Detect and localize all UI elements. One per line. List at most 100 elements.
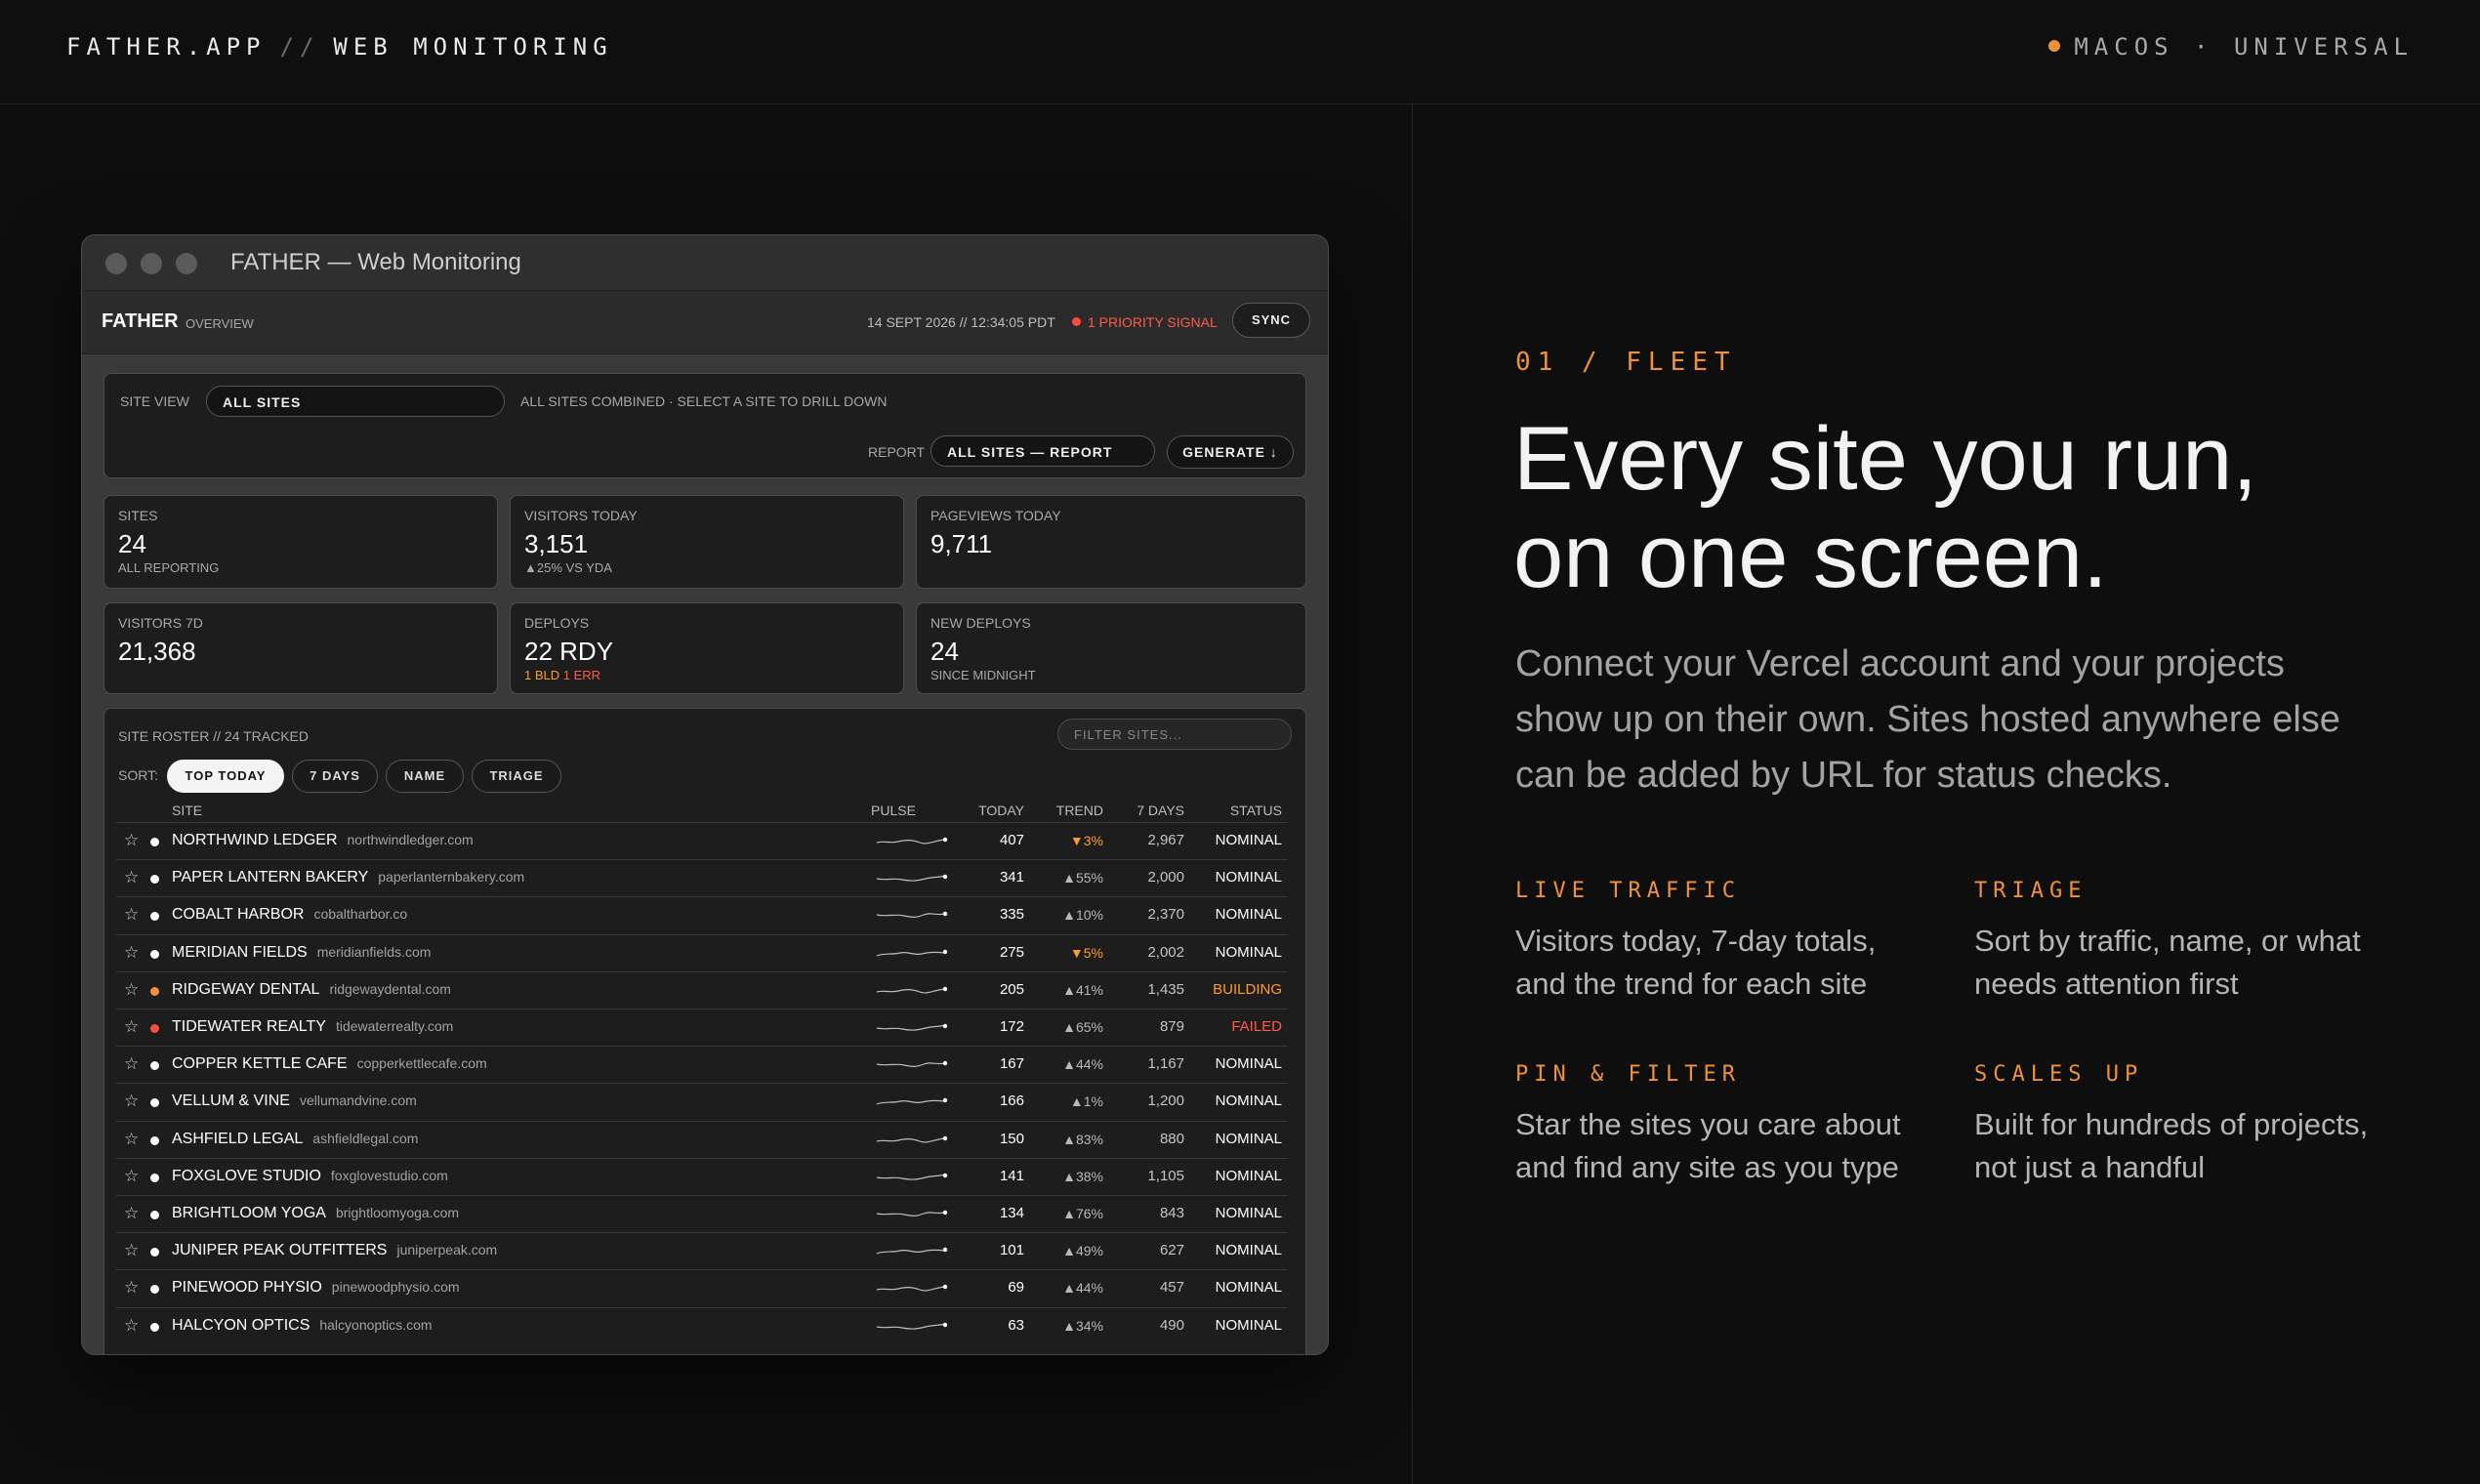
seven-days-cell: 1,105 <box>1147 1167 1184 1184</box>
column-header-pulse[interactable]: PULSE <box>871 803 916 818</box>
status-dot-icon <box>150 875 159 885</box>
sort-triage-button[interactable]: TRIAGE <box>472 760 561 793</box>
trend-cell: ▲41% <box>1062 981 1103 998</box>
site-name-cell[interactable]: COBALT HARBOR cobaltharbor.co <box>172 906 407 924</box>
site-name-cell[interactable]: RIDGEWAY DENTAL ridgewaydental.com <box>172 981 451 999</box>
today-cell: 101 <box>999 1242 1024 1259</box>
star-icon[interactable]: ☆ <box>124 1130 139 1149</box>
priority-signal[interactable]: 1 PRIORITY SIGNAL <box>1072 314 1218 330</box>
site-name: NORTHWIND LEDGER <box>172 832 338 848</box>
table-row[interactable]: ☆ JUNIPER PEAK OUTFITTERS juniperpeak.com 1… <box>116 1232 1288 1270</box>
site-name: FOXGLOVE STUDIO <box>172 1167 321 1184</box>
table-row[interactable]: ☆ BRIGHTLOOM YOGA brightloomyoga.com 134 ▲76… <box>116 1195 1288 1233</box>
pulse-sparkline <box>876 912 948 919</box>
status-dot-icon <box>150 1248 159 1257</box>
star-icon[interactable]: ☆ <box>124 905 139 925</box>
seven-days-cell: 2,000 <box>1147 869 1184 886</box>
star-icon[interactable]: ☆ <box>124 943 139 963</box>
site-name-cell[interactable]: MERIDIAN FIELDS meridianfields.com <box>172 944 431 962</box>
site-name-cell[interactable]: FOXGLOVE STUDIO foxglovestudio.com <box>172 1168 448 1185</box>
column-header-today[interactable]: TODAY <box>975 803 1024 818</box>
column-header-trend[interactable]: TREND <box>1038 803 1103 818</box>
app-window: FATHER — Web Monitoring FATHER OVERVIEW … <box>81 234 1329 1355</box>
status-dot-icon <box>150 1285 159 1295</box>
status-cell: NOMINAL <box>1215 1205 1282 1221</box>
table-row[interactable]: ☆ FOXGLOVE STUDIO foxglovestudio.com 141 ▲38… <box>116 1157 1288 1196</box>
site-name-cell[interactable]: TIDEWATER REALTY tidewaterrealty.com <box>172 1018 453 1036</box>
column-header-status[interactable]: STATUS <box>1200 803 1282 818</box>
table-row[interactable]: ☆ TIDEWATER REALTY tidewaterrealty.com 172 ▲… <box>116 1009 1288 1047</box>
star-icon[interactable]: ☆ <box>124 868 139 887</box>
site-name-cell[interactable]: JUNIPER PEAK OUTFITTERS juniperpeak.com <box>172 1242 497 1259</box>
seven-days-cell: 2,002 <box>1147 943 1184 961</box>
today-cell: 134 <box>999 1205 1024 1221</box>
seven-days-cell: 490 <box>1159 1316 1184 1334</box>
site-domain: ridgewaydental.com <box>329 980 451 997</box>
status-cell: NOMINAL <box>1215 1092 1282 1110</box>
sort-7-days-button[interactable]: 7 DAYS <box>292 760 378 793</box>
table-row[interactable]: ☆ COBALT HARBOR cobaltharbor.co 335 ▲10% 2,37… <box>116 896 1288 934</box>
table-row[interactable]: ☆ MERIDIAN FIELDS meridianfields.com 275 ▼5%… <box>116 933 1288 972</box>
kpi-label: VISITORS TODAY <box>524 508 638 523</box>
site-name-cell[interactable]: ASHFIELD LEGAL ashfieldlegal.com <box>172 1131 418 1148</box>
filter-sites-input[interactable]: FILTER SITES... <box>1057 719 1292 750</box>
site-name: PAPER LANTERN BAKERY <box>172 869 369 886</box>
star-icon[interactable]: ☆ <box>124 831 139 850</box>
sort-top-today-button[interactable]: TOP TODAY <box>167 760 284 793</box>
close-window-button[interactable] <box>105 253 127 274</box>
table-row[interactable]: ☆ COPPER KETTLE CAFE copperkettlecafe.com 1… <box>116 1046 1288 1084</box>
table-row[interactable]: ☆ NORTHWIND LEDGER northwindledger.com 407 ▼… <box>116 822 1288 860</box>
star-icon[interactable]: ☆ <box>124 1167 139 1186</box>
table-row[interactable]: ☆ PINEWOOD PHYSIO pinewoodphysio.com 69 ▲44%… <box>116 1269 1288 1307</box>
star-icon[interactable]: ☆ <box>124 1054 139 1074</box>
feature-body-live-traffic: Visitors today, 7-day totals, and the tr… <box>1515 924 1877 1001</box>
site-domain: meridianfields.com <box>316 943 432 960</box>
status-cell: NOMINAL <box>1215 1242 1282 1259</box>
report-select[interactable]: ALL SITES — REPORT <box>930 435 1155 467</box>
feature-body-triage: Sort by traffic, name, or what needs att… <box>1974 924 2361 1001</box>
site-name-cell[interactable]: PAPER LANTERN BAKERY paperlanternbakery.c… <box>172 869 524 886</box>
status-cell: NOMINAL <box>1215 832 1282 848</box>
site-name-cell[interactable]: PINEWOOD PHYSIO pinewoodphysio.com <box>172 1279 460 1297</box>
seven-days-cell: 2,370 <box>1147 906 1184 924</box>
status-cell: BUILDING <box>1213 980 1282 998</box>
site-name-cell[interactable]: COPPER KETTLE CAFE copperkettlecafe.com <box>172 1055 487 1073</box>
status-dot-icon <box>150 1322 159 1332</box>
site-roster-panel: SITE ROSTER // 24 TRACKED FILTER SITES..… <box>103 708 1306 1354</box>
site-name-cell[interactable]: HALCYON OPTICS halcyonoptics.com <box>172 1317 433 1335</box>
sort-name-button[interactable]: NAME <box>386 760 464 793</box>
table-row[interactable]: ☆ RIDGEWAY DENTAL ridgewaydental.com 205 ▲41… <box>116 970 1288 1010</box>
platform-label: MACOS · UNIVERSAL <box>2048 33 2414 61</box>
table-row[interactable]: ☆ HALCYON OPTICS halcyonoptics.com 63 ▲34% 49… <box>116 1306 1288 1345</box>
table-row[interactable]: ☆ ASHFIELD LEGAL ashfieldlegal.com 150 ▲83% 8… <box>116 1120 1288 1159</box>
site-domain: ashfieldlegal.com <box>312 1130 419 1146</box>
kpi-sub: 1 BLD 1 ERR <box>524 668 600 682</box>
generate-report-button[interactable]: GENERATE ↓ <box>1167 435 1294 469</box>
star-icon[interactable]: ☆ <box>124 980 139 1000</box>
table-row[interactable]: ☆ PAPER LANTERN BAKERY paperlanternbakery.… <box>116 859 1288 897</box>
star-icon[interactable]: ☆ <box>124 1092 139 1111</box>
table-row[interactable]: ☆ VELLUM & VINE vellumandvine.com 166 ▲1% 1,2… <box>116 1083 1288 1121</box>
site-name-cell[interactable]: BRIGHTLOOM YOGA brightloomyoga.com <box>172 1205 459 1222</box>
status-cell: NOMINAL <box>1215 1055 1282 1073</box>
kpi-label: NEW DEPLOYS <box>930 615 1031 631</box>
sync-button[interactable]: SYNC <box>1232 303 1310 338</box>
star-icon[interactable]: ☆ <box>124 1204 139 1223</box>
star-icon[interactable]: ☆ <box>124 1241 139 1260</box>
site-view-select[interactable]: ALL SITES <box>206 386 505 417</box>
vertical-divider <box>1412 104 1413 1484</box>
column-header-7-days[interactable]: 7 DAYS <box>1116 803 1184 818</box>
site-domain: brightloomyoga.com <box>335 1205 460 1220</box>
site-domain: foxglovestudio.com <box>330 1167 448 1183</box>
zoom-window-button[interactable] <box>176 253 197 274</box>
star-icon[interactable]: ☆ <box>124 1316 139 1336</box>
column-header-site[interactable]: SITE <box>172 803 202 818</box>
site-name-cell[interactable]: NORTHWIND LEDGER northwindledger.com <box>172 832 474 849</box>
star-icon[interactable]: ☆ <box>124 1017 139 1037</box>
star-icon[interactable]: ☆ <box>124 1278 139 1298</box>
minimize-window-button[interactable] <box>141 253 162 274</box>
seven-days-cell: 2,967 <box>1147 832 1184 848</box>
status-cell: NOMINAL <box>1215 1316 1282 1334</box>
site-name-cell[interactable]: VELLUM & VINE vellumandvine.com <box>172 1092 417 1110</box>
site-name: PINEWOOD PHYSIO <box>172 1279 322 1297</box>
